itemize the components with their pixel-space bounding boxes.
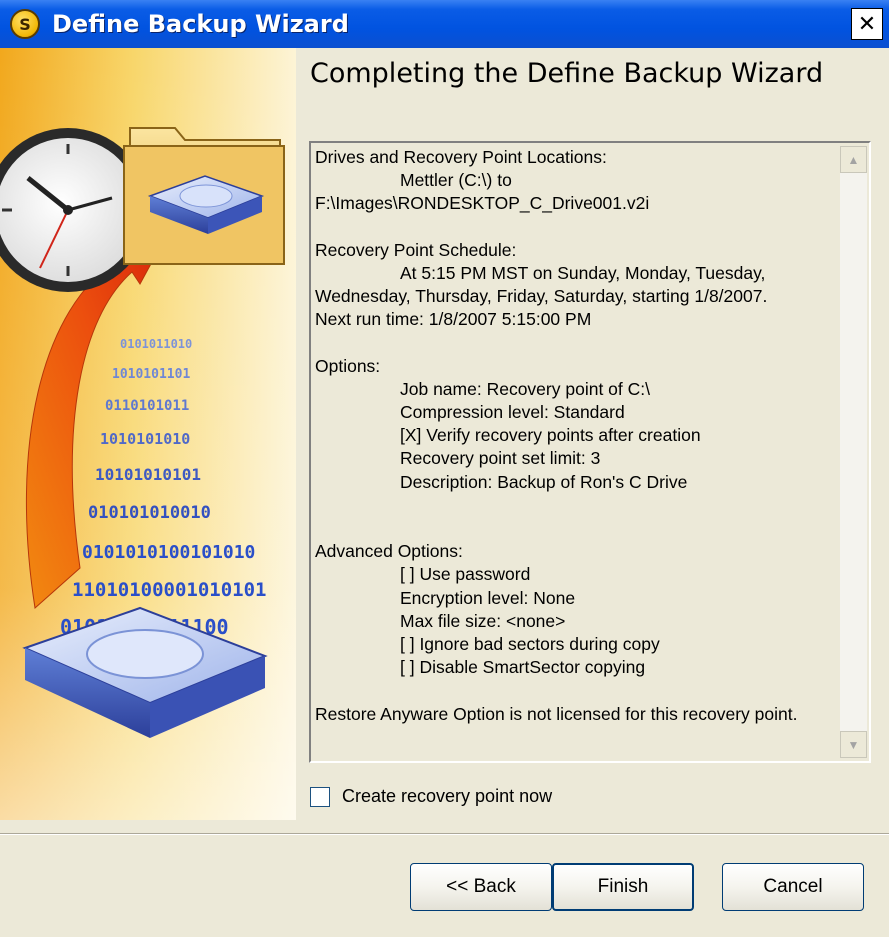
back-button[interactable]: << Back [410, 863, 552, 911]
page-title: Completing the Define Backup Wizard [310, 58, 824, 89]
create-recovery-point-label[interactable]: Create recovery point now [342, 786, 552, 807]
cancel-button[interactable]: Cancel [722, 863, 864, 911]
wizard-side-graphic: 0101011010 1010101101 0110101011 1010101… [0, 48, 296, 820]
scroll-down-button[interactable]: ▼ [840, 731, 867, 758]
binary-digit-row: 0110101011 [105, 398, 189, 414]
summary-line: Recovery point set limit: 3 [400, 448, 601, 469]
summary-line: [ ] Disable SmartSector copying [400, 657, 646, 678]
binary-digit-row: 11010100001010101 [72, 579, 266, 601]
vertical-scrollbar[interactable]: ▲ ▼ [840, 146, 867, 758]
summary-line [315, 679, 839, 702]
summary-line: Recovery Point Schedule: [315, 239, 517, 260]
summary-text: Drives and Recovery Point Locations: Mett… [314, 146, 839, 758]
summary-line [315, 216, 839, 239]
close-button[interactable]: ✕ [851, 8, 883, 40]
summary-textbox[interactable]: Drives and Recovery Point Locations: Mett… [309, 141, 871, 763]
app-icon: S [10, 9, 40, 39]
scroll-up-button[interactable]: ▲ [840, 146, 867, 173]
binary-digit-row: 0101011010 [120, 337, 192, 351]
summary-line: [ ] Use password [400, 564, 531, 585]
binary-digit-row: 1010101101 [112, 367, 190, 382]
summary-line: Encryption level: None [400, 587, 576, 608]
title-bar[interactable]: S Define Backup Wizard ✕ [0, 0, 889, 48]
summary-line: Max file size: <none> [400, 610, 566, 631]
summary-line [315, 494, 839, 517]
finish-button[interactable]: Finish [552, 863, 694, 911]
binary-digit-row: 010101010010 [88, 503, 211, 523]
summary-line: Restore Anyware Option is not licensed f… [315, 703, 798, 724]
summary-line: Advanced Options: [315, 541, 463, 562]
binary-digit-row: 1010101010 [100, 430, 190, 448]
summary-line: At 5:15 PM MST on Sunday, Monday, Tuesda… [400, 262, 766, 283]
summary-line: [X] Verify recovery points after creatio… [400, 425, 701, 446]
summary-line: Options: [315, 355, 381, 376]
binary-digit-row: 0101010100101010 [82, 542, 255, 563]
summary-line: Description: Backup of Ron's C Drive [400, 471, 688, 492]
binary-digit-row: 10101010101 [95, 465, 201, 484]
create-recovery-point-option[interactable]: Create recovery point now [310, 786, 552, 807]
button-separator [0, 833, 889, 835]
summary-line: Next run time: 1/8/2007 5:15:00 PM [315, 309, 592, 330]
summary-line: [ ] Ignore bad sectors during copy [400, 633, 660, 654]
folder-icon [123, 127, 285, 265]
summary-line [315, 517, 839, 540]
summary-line [315, 332, 839, 355]
summary-line: Wednesday, Thursday, Friday, Saturday, s… [315, 286, 768, 307]
summary-line: Compression level: Standard [400, 402, 625, 423]
summary-line: Mettler (C:\) to [400, 170, 512, 191]
wizard-window: S Define Backup Wizard ✕ 0101011010 1010… [0, 0, 889, 937]
summary-line: F:\Images\RONDESKTOP_C_Drive001.v2i [315, 193, 650, 214]
summary-line: Job name: Recovery point of C:\ [400, 378, 650, 399]
summary-line: Drives and Recovery Point Locations: [315, 147, 607, 167]
window-title: Define Backup Wizard [52, 10, 349, 38]
create-recovery-point-checkbox[interactable] [310, 786, 330, 807]
backup-illustration: 0101011010 1010101101 0110101011 1010101… [0, 48, 296, 820]
